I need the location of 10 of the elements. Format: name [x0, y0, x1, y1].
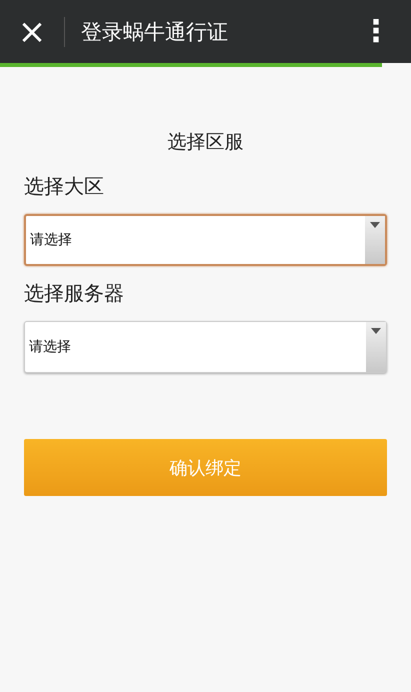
menu-button[interactable]: ⋮ — [341, 14, 411, 49]
dropdown-arrow-icon — [370, 222, 380, 228]
page-title: 登录蜗牛通行证 — [81, 18, 229, 46]
dropdown-arrow-icon — [371, 328, 381, 334]
close-button[interactable]: × — [14, 14, 50, 48]
field-label: 选择大区 — [24, 173, 104, 200]
section-heading: 选择区服 — [168, 130, 244, 155]
dropdown-field[interactable]: 请选择 — [24, 321, 387, 373]
dropdown-field[interactable]: 请选择 — [24, 214, 387, 266]
field-label: 选择服务器 — [24, 280, 124, 307]
